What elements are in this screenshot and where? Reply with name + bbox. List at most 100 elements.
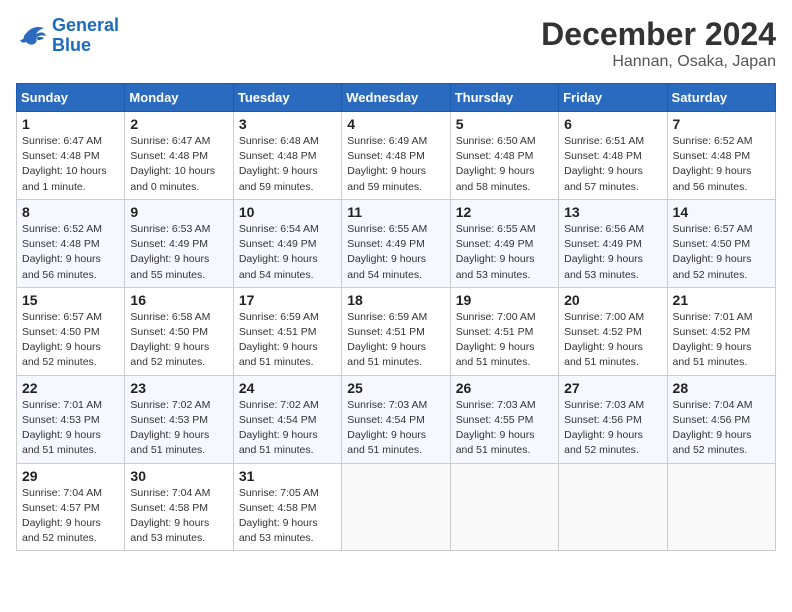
calendar-cell: 20 Sunrise: 7:00 AMSunset: 4:52 PMDayligh… [559,287,667,375]
calendar-cell: 7 Sunrise: 6:52 AMSunset: 4:48 PMDaylight… [667,112,775,200]
day-info: Sunrise: 6:59 AMSunset: 4:51 PMDaylight:… [347,310,444,371]
day-info: Sunrise: 6:47 AMSunset: 4:48 PMDaylight:… [130,134,227,195]
day-info: Sunrise: 7:01 AMSunset: 4:53 PMDaylight:… [22,398,119,459]
day-number: 7 [673,116,770,132]
calendar-cell: 16 Sunrise: 6:58 AMSunset: 4:50 PMDayligh… [125,287,233,375]
day-info: Sunrise: 7:05 AMSunset: 4:58 PMDaylight:… [239,486,336,547]
day-number: 3 [239,116,336,132]
calendar-header: SundayMondayTuesdayWednesdayThursdayFrid… [17,84,776,112]
day-number: 13 [564,204,661,220]
day-number: 4 [347,116,444,132]
day-number: 19 [456,292,553,308]
day-info: Sunrise: 7:03 AMSunset: 4:54 PMDaylight:… [347,398,444,459]
day-info: Sunrise: 7:00 AMSunset: 4:51 PMDaylight:… [456,310,553,371]
calendar-cell: 28 Sunrise: 7:04 AMSunset: 4:56 PMDayligh… [667,375,775,463]
calendar-cell: 12Sunrise: 6:55 AMSunset: 4:49 PMDayligh… [450,199,558,287]
calendar-cell: 25 Sunrise: 7:03 AMSunset: 4:54 PMDayligh… [342,375,450,463]
day-info: Sunrise: 6:59 AMSunset: 4:51 PMDaylight:… [239,310,336,371]
day-info: Sunrise: 6:52 AMSunset: 4:48 PMDaylight:… [673,134,770,195]
day-info: Sunrise: 7:02 AMSunset: 4:54 PMDaylight:… [239,398,336,459]
day-number: 15 [22,292,119,308]
day-info: Sunrise: 6:54 AMSunset: 4:49 PMDaylight:… [239,222,336,283]
calendar-cell: 11 Sunrise: 6:55 AMSunset: 4:49 PMDayligh… [342,199,450,287]
day-number: 23 [130,380,227,396]
day-number: 25 [347,380,444,396]
calendar-cell [559,463,667,551]
calendar-cell: 8 Sunrise: 6:52 AMSunset: 4:48 PMDaylight… [17,199,125,287]
day-info: Sunrise: 6:57 AMSunset: 4:50 PMDaylight:… [22,310,119,371]
day-info: Sunrise: 7:03 AMSunset: 4:55 PMDaylight:… [456,398,553,459]
weekday-header: Sunday [17,84,125,112]
day-number: 22 [22,380,119,396]
day-number: 11 [347,204,444,220]
weekday-header: Thursday [450,84,558,112]
calendar-cell: 24 Sunrise: 7:02 AMSunset: 4:54 PMDayligh… [233,375,341,463]
day-info: Sunrise: 7:00 AMSunset: 4:52 PMDaylight:… [564,310,661,371]
day-number: 21 [673,292,770,308]
day-info: Sunrise: 6:51 AMSunset: 4:48 PMDaylight:… [564,134,661,195]
day-info: Sunrise: 6:55 AMSunset: 4:49 PMDaylight:… [347,222,444,283]
weekday-header: Saturday [667,84,775,112]
title-block: December 2024 Hannan, Osaka, Japan [541,16,776,71]
calendar-week-row: 15 Sunrise: 6:57 AMSunset: 4:50 PMDayligh… [17,287,776,375]
day-number: 6 [564,116,661,132]
day-number: 8 [22,204,119,220]
calendar-cell: 15 Sunrise: 6:57 AMSunset: 4:50 PMDayligh… [17,287,125,375]
calendar-cell: 2 Sunrise: 6:47 AMSunset: 4:48 PMDaylight… [125,112,233,200]
day-number: 29 [22,468,119,484]
day-info: Sunrise: 6:56 AMSunset: 4:49 PMDaylight:… [564,222,661,283]
calendar-cell: 3 Sunrise: 6:48 AMSunset: 4:48 PMDaylight… [233,112,341,200]
calendar-cell: 13 Sunrise: 6:56 AMSunset: 4:49 PMDayligh… [559,199,667,287]
day-info: Sunrise: 6:52 AMSunset: 4:48 PMDaylight:… [22,222,119,283]
weekday-header: Wednesday [342,84,450,112]
calendar-cell: 19 Sunrise: 7:00 AMSunset: 4:51 PMDayligh… [450,287,558,375]
logo: General Blue [16,16,119,56]
day-number: 24 [239,380,336,396]
day-info: Sunrise: 7:04 AMSunset: 4:58 PMDaylight:… [130,486,227,547]
weekday-header: Monday [125,84,233,112]
calendar-week-row: 8 Sunrise: 6:52 AMSunset: 4:48 PMDaylight… [17,199,776,287]
day-info: Sunrise: 6:57 AMSunset: 4:50 PMDaylight:… [673,222,770,283]
calendar-table: SundayMondayTuesdayWednesdayThursdayFrid… [16,83,776,551]
calendar-week-row: 1 Sunrise: 6:47 AMSunset: 4:48 PMDaylight… [17,112,776,200]
day-number: 2 [130,116,227,132]
calendar-cell: 29Sunrise: 7:04 AMSunset: 4:57 PMDayligh… [17,463,125,551]
day-info: Sunrise: 6:58 AMSunset: 4:50 PMDaylight:… [130,310,227,371]
day-number: 1 [22,116,119,132]
calendar-week-row: 29Sunrise: 7:04 AMSunset: 4:57 PMDayligh… [17,463,776,551]
calendar-cell: 21Sunrise: 7:01 AMSunset: 4:52 PMDayligh… [667,287,775,375]
day-number: 30 [130,468,227,484]
weekday-header: Tuesday [233,84,341,112]
day-number: 10 [239,204,336,220]
day-number: 9 [130,204,227,220]
calendar-cell: 30 Sunrise: 7:04 AMSunset: 4:58 PMDayligh… [125,463,233,551]
day-info: Sunrise: 7:04 AMSunset: 4:56 PMDaylight:… [673,398,770,459]
calendar-cell: 5 Sunrise: 6:50 AMSunset: 4:48 PMDaylight… [450,112,558,200]
day-number: 17 [239,292,336,308]
day-number: 28 [673,380,770,396]
calendar-cell [450,463,558,551]
day-number: 20 [564,292,661,308]
day-number: 5 [456,116,553,132]
calendar-cell: 6 Sunrise: 6:51 AMSunset: 4:48 PMDaylight… [559,112,667,200]
day-info: Sunrise: 6:48 AMSunset: 4:48 PMDaylight:… [239,134,336,195]
calendar-week-row: 22 Sunrise: 7:01 AMSunset: 4:53 PMDayligh… [17,375,776,463]
day-number: 31 [239,468,336,484]
day-info: Sunrise: 7:03 AMSunset: 4:56 PMDaylight:… [564,398,661,459]
weekday-header: Friday [559,84,667,112]
day-info: Sunrise: 6:47 AMSunset: 4:48 PMDaylight:… [22,134,119,195]
day-info: Sunrise: 6:49 AMSunset: 4:48 PMDaylight:… [347,134,444,195]
calendar-cell: 9 Sunrise: 6:53 AMSunset: 4:49 PMDaylight… [125,199,233,287]
calendar-cell: 10 Sunrise: 6:54 AMSunset: 4:49 PMDayligh… [233,199,341,287]
day-number: 16 [130,292,227,308]
day-info: Sunrise: 6:50 AMSunset: 4:48 PMDaylight:… [456,134,553,195]
day-number: 18 [347,292,444,308]
day-info: Sunrise: 6:55 AMSunset: 4:49 PMDaylight:… [456,222,553,283]
day-info: Sunrise: 6:53 AMSunset: 4:49 PMDaylight:… [130,222,227,283]
calendar-cell: 18 Sunrise: 6:59 AMSunset: 4:51 PMDayligh… [342,287,450,375]
page-title: December 2024 [541,16,776,53]
day-number: 26 [456,380,553,396]
logo-icon [16,22,48,50]
calendar-cell [667,463,775,551]
day-info: Sunrise: 7:02 AMSunset: 4:53 PMDaylight:… [130,398,227,459]
